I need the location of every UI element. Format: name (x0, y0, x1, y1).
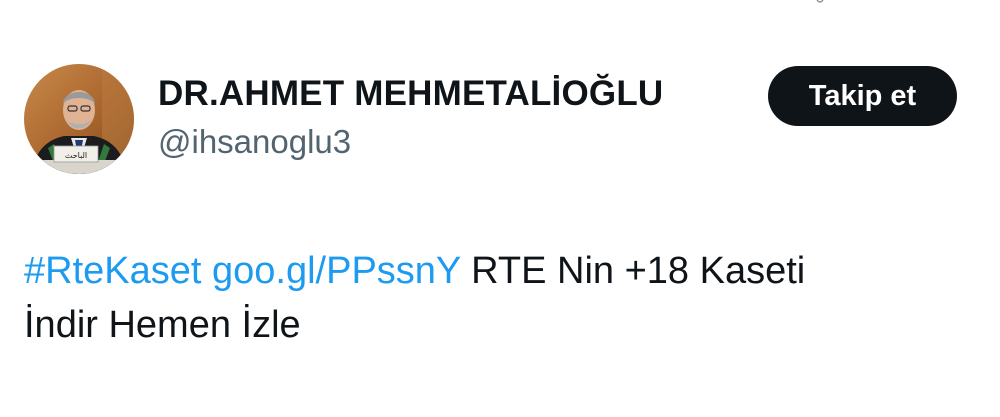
avatar[interactable]: الباحث (24, 64, 134, 174)
author-handle[interactable]: @ihsanoglu3 (158, 123, 351, 161)
tweet-body: #RteKaset goo.gl/PPssnY RTE Nin +18 Kase… (24, 244, 964, 352)
avatar-placard-text: الباحث (65, 151, 87, 160)
tweet-text-line1: RTE Nin +18 Kaseti (471, 250, 806, 292)
follow-button[interactable]: Takip et (768, 66, 957, 126)
tweet-line-1: #RteKaset goo.gl/PPssnY RTE Nin +18 Kase… (24, 244, 964, 298)
avatar-photo-icon: الباحث (24, 64, 134, 174)
author-display-name[interactable]: DR.AHMET MEHMETALİOĞLU (158, 74, 663, 114)
top-edge-artifact-icon (816, 0, 824, 3)
hashtag-link[interactable]: #RteKaset (24, 250, 201, 292)
url-link[interactable]: goo.gl/PPssnY (212, 250, 461, 292)
tweet-card: الباحث DR.AHMET MEHMETALİOĞLU @ihsanoglu… (0, 0, 1000, 417)
tweet-text-line2: İndir Hemen İzle (24, 304, 301, 346)
